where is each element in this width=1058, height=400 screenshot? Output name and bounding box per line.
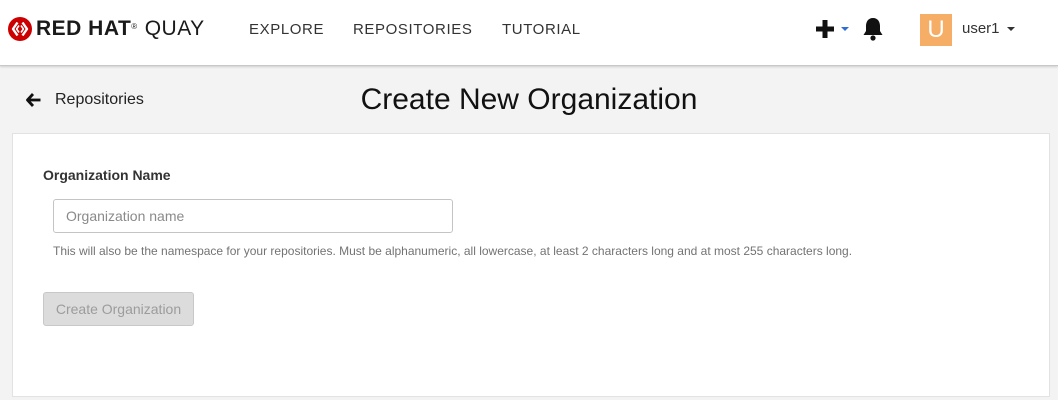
- caret-down-icon: [1006, 26, 1015, 31]
- brand-red-hat: RED HAT: [36, 17, 132, 40]
- org-name-input[interactable]: [53, 199, 453, 233]
- red-hat-logo-icon: [8, 17, 32, 41]
- top-navbar: RED HAT® QUAY EXPLORE REPOSITORIES TUTORI…: [0, 0, 1058, 66]
- nav-tutorial[interactable]: TUTORIAL: [502, 21, 581, 38]
- avatar[interactable]: U: [920, 14, 952, 46]
- username: user1: [962, 20, 1000, 37]
- notifications-button[interactable]: [861, 16, 885, 42]
- nav-repositories[interactable]: REPOSITORIES: [353, 21, 472, 38]
- create-organization-button[interactable]: Create Organization: [43, 292, 194, 326]
- create-new-dropdown[interactable]: [815, 17, 851, 41]
- org-name-label: Organization Name: [43, 167, 171, 183]
- create-organization-panel: Organization Name This will also be the …: [12, 133, 1050, 397]
- user-menu-dropdown[interactable]: user1: [962, 20, 1015, 37]
- bell-icon: [863, 18, 883, 41]
- chevron-down-icon: [841, 27, 849, 31]
- plus-icon: [816, 20, 834, 38]
- brand-registered-mark: ®: [131, 22, 138, 31]
- page-title: Create New Organization: [360, 83, 698, 116]
- brand-text: RED HAT® QUAY: [36, 17, 205, 41]
- org-name-help-text: This will also be the namespace for your…: [53, 244, 853, 258]
- nav-explore[interactable]: EXPLORE: [249, 21, 324, 38]
- brand-logo-link[interactable]: RED HAT® QUAY: [8, 17, 205, 41]
- brand-product: QUAY: [144, 17, 205, 40]
